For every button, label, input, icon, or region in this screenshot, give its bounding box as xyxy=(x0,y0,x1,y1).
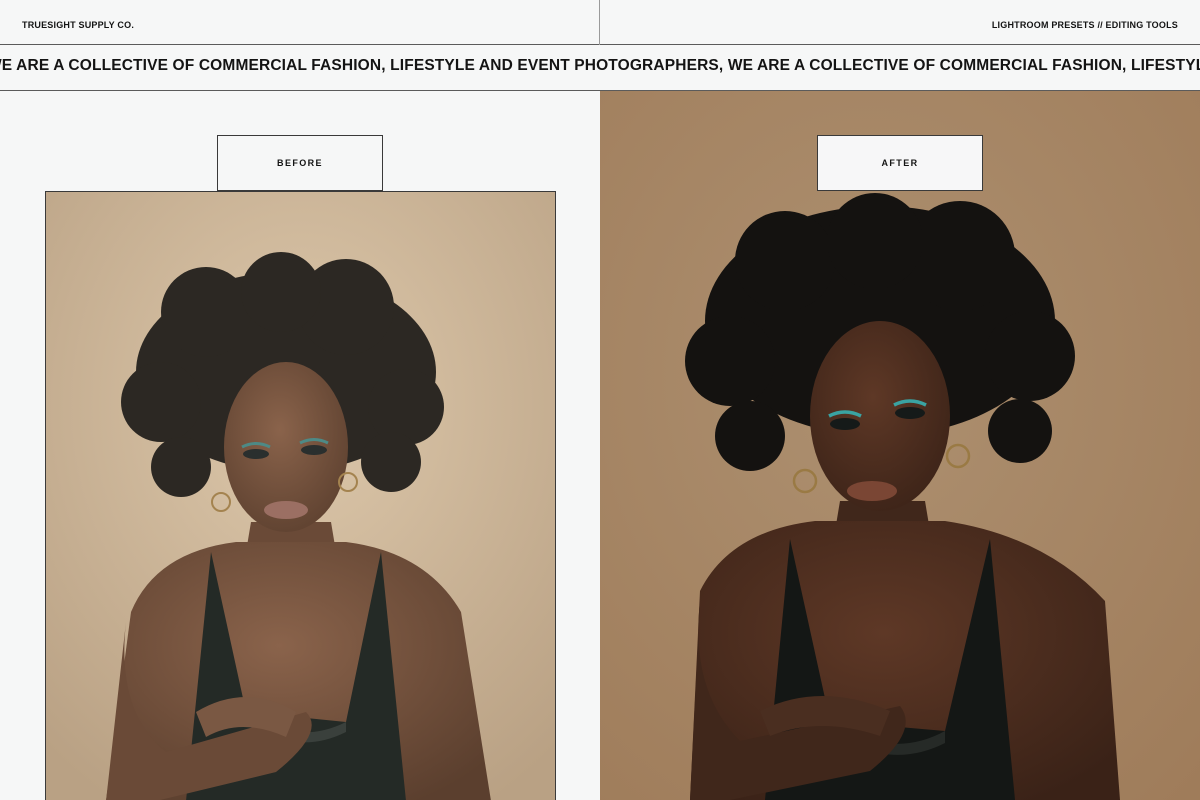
after-portrait-illustration xyxy=(600,91,1200,800)
site-header: TRUESIGHT SUPPLY CO. LIGHTROOM PRESETS /… xyxy=(0,0,1200,45)
brand-name[interactable]: TRUESIGHT SUPPLY CO. xyxy=(22,20,134,30)
after-label: AFTER xyxy=(817,135,983,191)
before-label: BEFORE xyxy=(217,135,383,191)
marquee-ticker: WE ARE A COLLECTIVE OF COMMERCIAL FASHIO… xyxy=(0,45,1200,91)
header-divider xyxy=(599,0,600,45)
marquee-text: WE ARE A COLLECTIVE OF COMMERCIAL FASHIO… xyxy=(0,57,1200,74)
after-photo xyxy=(600,91,1200,800)
before-photo xyxy=(45,191,556,800)
before-portrait-illustration xyxy=(46,192,555,800)
tagline: LIGHTROOM PRESETS // EDITING TOOLS xyxy=(991,20,1178,30)
